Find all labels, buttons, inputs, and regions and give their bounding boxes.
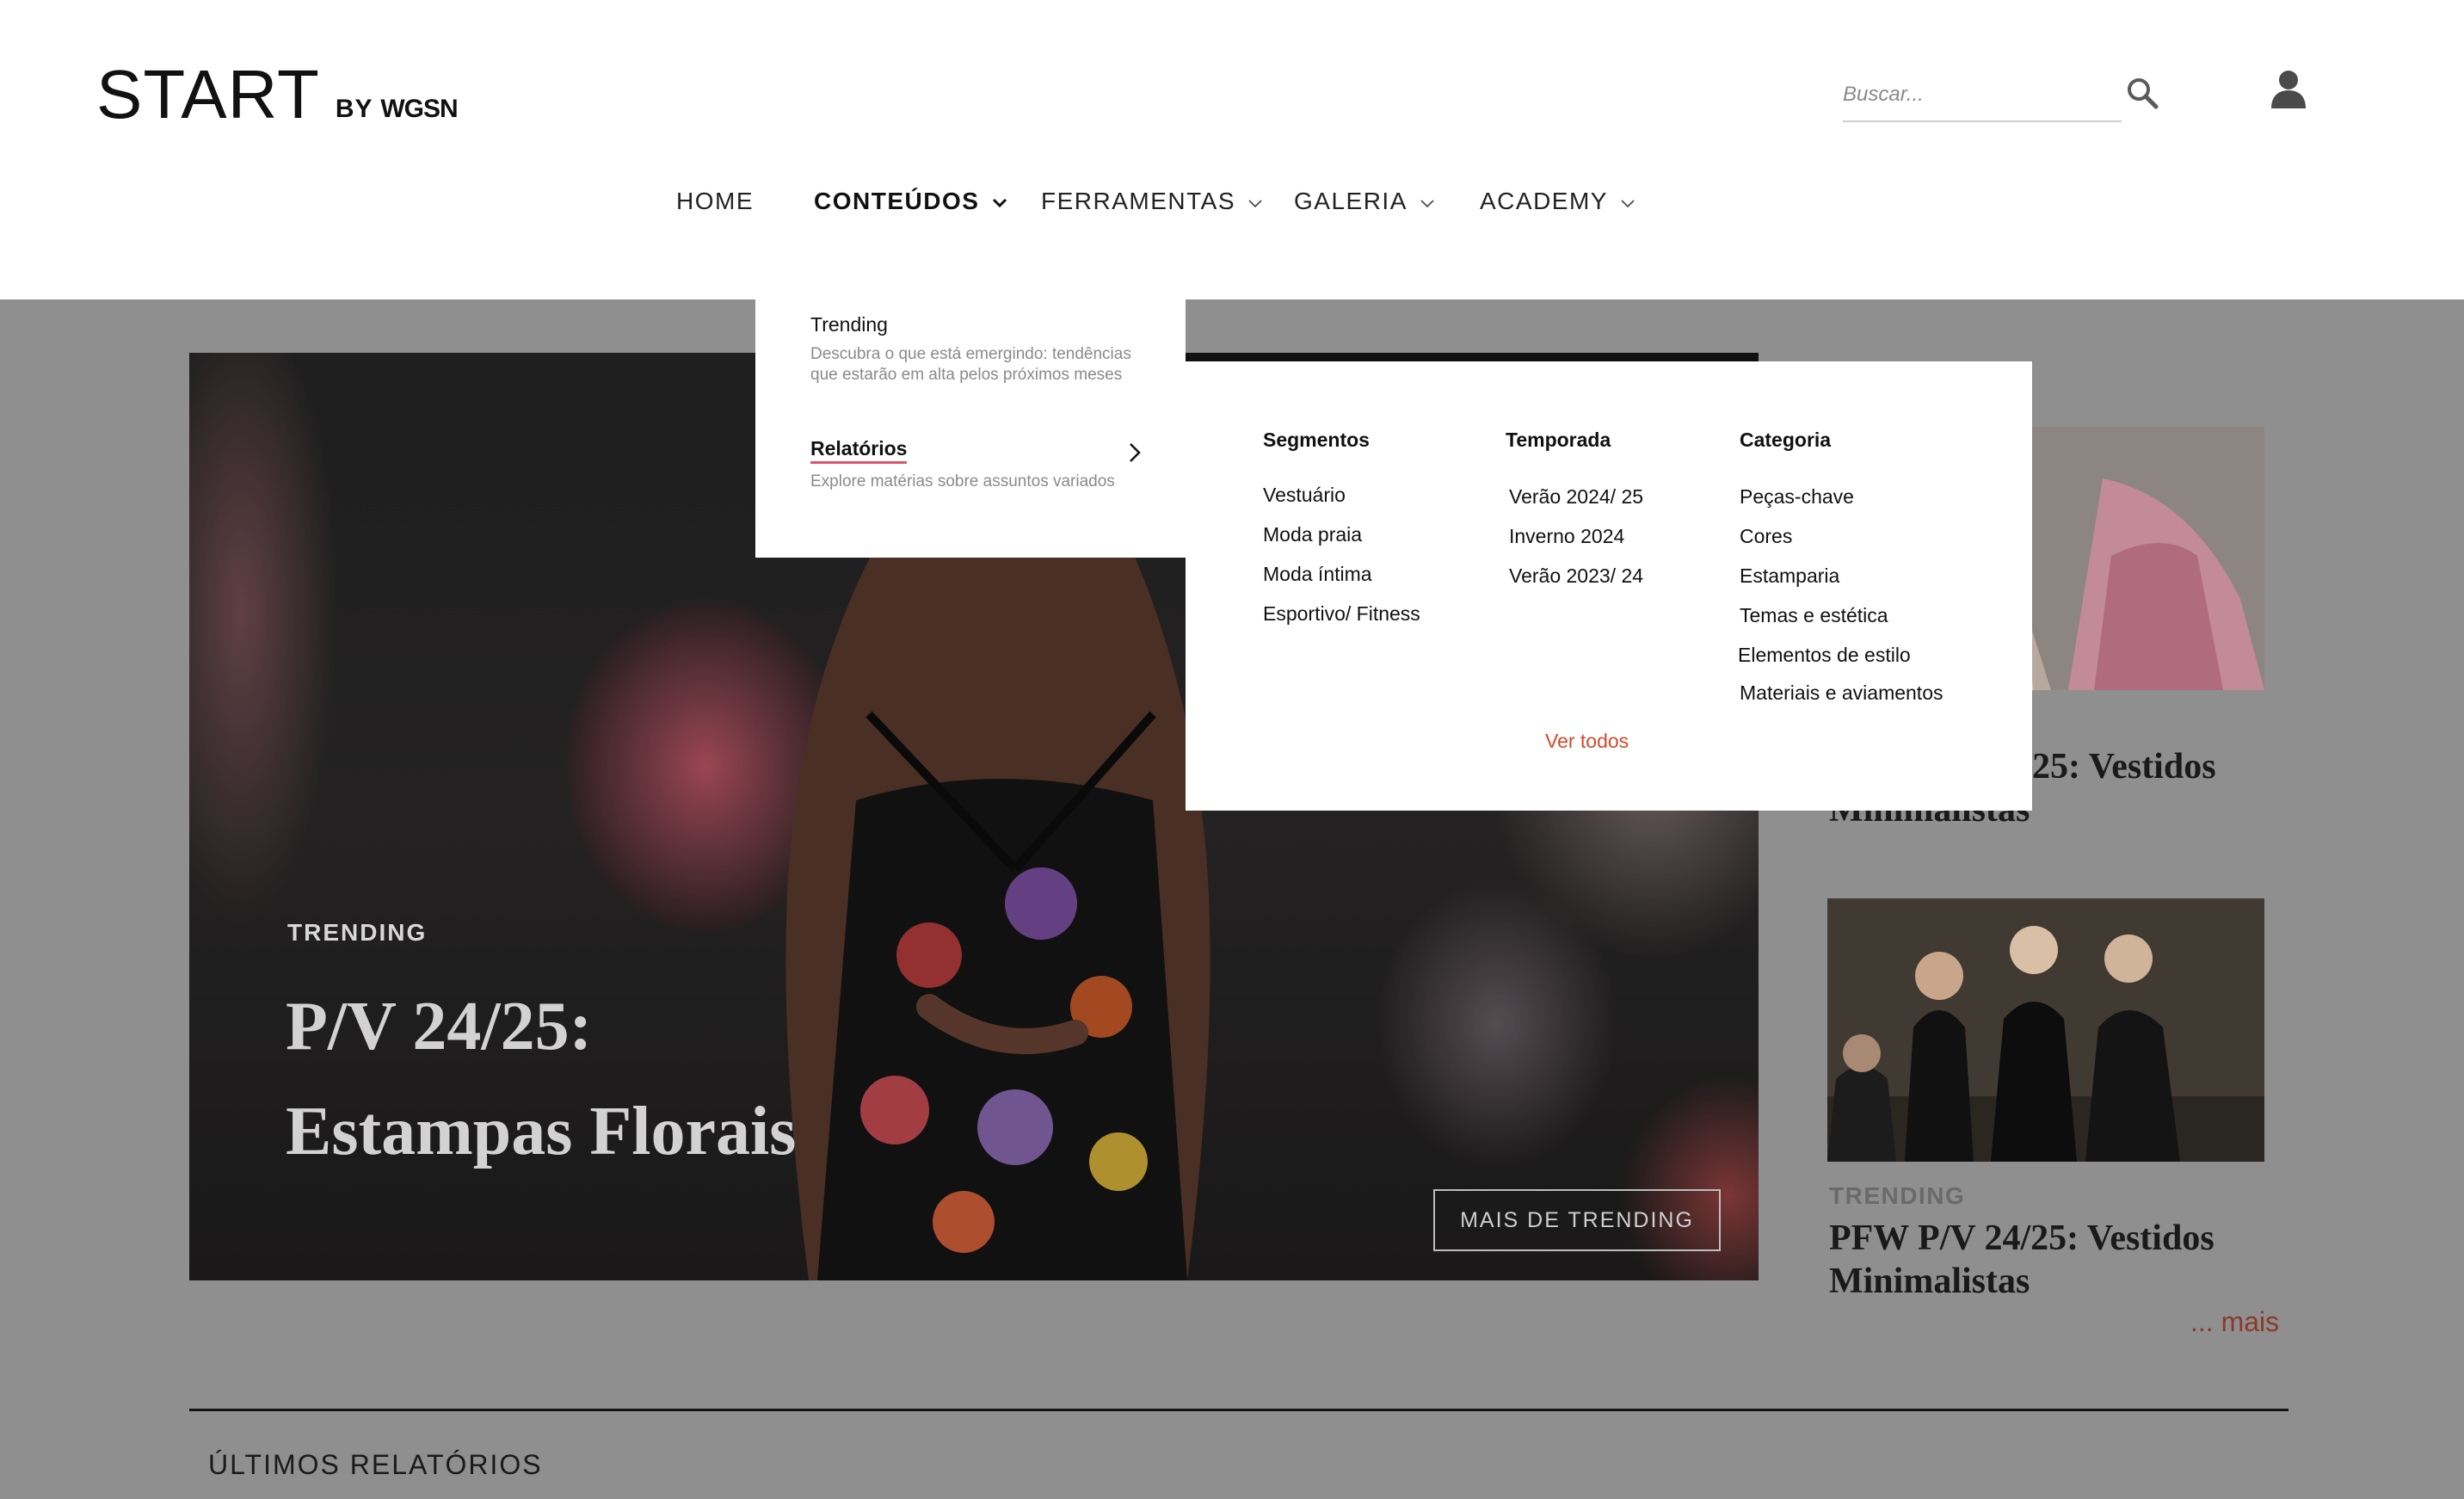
card-title-line1: PFW P/V 24/25: Vestidos xyxy=(1829,1218,2215,1258)
nav-home-label: HOME xyxy=(676,188,754,214)
chevron-down-icon xyxy=(992,198,1007,207)
user-icon[interactable] xyxy=(2270,69,2307,108)
more-link[interactable]: ... mais xyxy=(2190,1306,2279,1338)
see-all-link[interactable]: Ver todos xyxy=(1545,730,1629,753)
submenu-item[interactable]: Peças-chave xyxy=(1740,485,1854,509)
section-divider xyxy=(189,1409,2288,1411)
conteudos-dropdown: Trending Descubra o que está emergindo: … xyxy=(755,293,1186,558)
submenu-item[interactable]: Vestuário xyxy=(1263,484,1346,507)
chevron-down-icon xyxy=(1621,200,1635,207)
dropdown-item-relatorios[interactable]: Relatórios xyxy=(810,437,908,464)
submenu-item[interactable]: Verão 2024/ 25 xyxy=(1509,485,1643,509)
more-trending-button[interactable]: MAIS DE TRENDING xyxy=(1433,1189,1721,1251)
submenu-item[interactable]: Materiais e aviamentos xyxy=(1740,682,1943,705)
card-image[interactable] xyxy=(1827,898,2264,1162)
nav-academy-label: ACADEMY xyxy=(1480,188,1608,214)
submenu-item[interactable]: Elementos de estilo xyxy=(1738,644,1911,667)
nav-home[interactable]: HOME xyxy=(676,188,754,215)
nav-galeria-label: GALERIA xyxy=(1294,188,1408,214)
card-title-line2: Minimalistas xyxy=(1829,1262,2030,1301)
submenu-item[interactable]: Moda íntima xyxy=(1263,563,1372,586)
search-icon[interactable] xyxy=(2125,76,2159,110)
card-title[interactable]: PFW P/V 24/25: Vestidos Minimalistas xyxy=(1829,1217,2311,1303)
chevron-right-icon[interactable] xyxy=(1125,441,1144,465)
hero-eyebrow: TRENDING xyxy=(287,919,428,946)
submenu-item[interactable]: Temas e estética xyxy=(1740,604,1888,627)
nav-galeria[interactable]: GALERIA xyxy=(1294,188,1436,215)
submenu-item[interactable]: Estamparia xyxy=(1740,564,1839,588)
relatorios-submenu: Segmentos Vestuário Moda praia Moda ínti… xyxy=(1186,361,2032,811)
logo-by-wgsn: BY WGSN xyxy=(335,95,459,124)
logo[interactable]: START BY WGSN xyxy=(96,56,459,133)
col-heading-categoria: Categoria xyxy=(1740,429,1832,451)
chevron-down-icon xyxy=(1420,200,1434,207)
nav-ferramentas-label: FERRAMENTAS xyxy=(1041,188,1235,214)
search-field xyxy=(1843,72,2122,122)
nav-academy[interactable]: ACADEMY xyxy=(1480,188,1636,215)
nav-conteudos-label: CONTEÚDOS xyxy=(814,188,980,214)
col-heading-temporada: Temporada xyxy=(1506,429,1611,451)
submenu-item[interactable]: Verão 2023/ 24 xyxy=(1509,564,1643,588)
logo-brand: WGSN xyxy=(380,95,458,123)
logo-start: START xyxy=(96,56,320,133)
dropdown-item-trending-desc: Descubra o que está emergindo: tendência… xyxy=(810,345,1131,384)
submenu-item[interactable]: Esportivo/ Fitness xyxy=(1263,602,1420,626)
submenu-top-border xyxy=(1186,353,1759,361)
logo-by: BY xyxy=(335,95,373,123)
submenu-item[interactable]: Moda praia xyxy=(1263,523,1362,546)
submenu-item[interactable]: Cores xyxy=(1740,525,1792,548)
latest-reports-heading: ÚLTIMOS RELATÓRIOS xyxy=(208,1449,543,1480)
main-nav: HOME CONTEÚDOS FERRAMENTAS GALERIA ACADE… xyxy=(0,188,2464,231)
hero-title-line1: P/V 24/25: xyxy=(286,989,593,1064)
dropdown-item-trending[interactable]: Trending xyxy=(810,313,888,336)
dropdown-item-relatorios-desc: Explore matérias sobre assuntos variados xyxy=(810,472,1115,490)
hero-title-line2: Estampas Florais xyxy=(286,1094,797,1169)
card-title-line1: 25: Vestidos xyxy=(2032,747,2216,787)
nav-conteudos[interactable]: CONTEÚDOS xyxy=(814,188,1008,215)
dropdown-item-relatorios-label: Relatórios xyxy=(810,437,908,464)
chevron-down-icon xyxy=(1248,200,1262,207)
site-header: START BY WGSN HOME CONTEÚDOS FERRAMENTAS… xyxy=(0,0,2464,299)
submenu-item[interactable]: Inverno 2024 xyxy=(1509,525,1624,548)
col-heading-segmentos: Segmentos xyxy=(1263,429,1370,451)
card-eyebrow: TRENDING xyxy=(1829,1182,1966,1209)
nav-ferramentas[interactable]: FERRAMENTAS xyxy=(1041,188,1264,215)
card-image-art xyxy=(1827,898,2264,1162)
search-input[interactable] xyxy=(1843,76,2101,114)
